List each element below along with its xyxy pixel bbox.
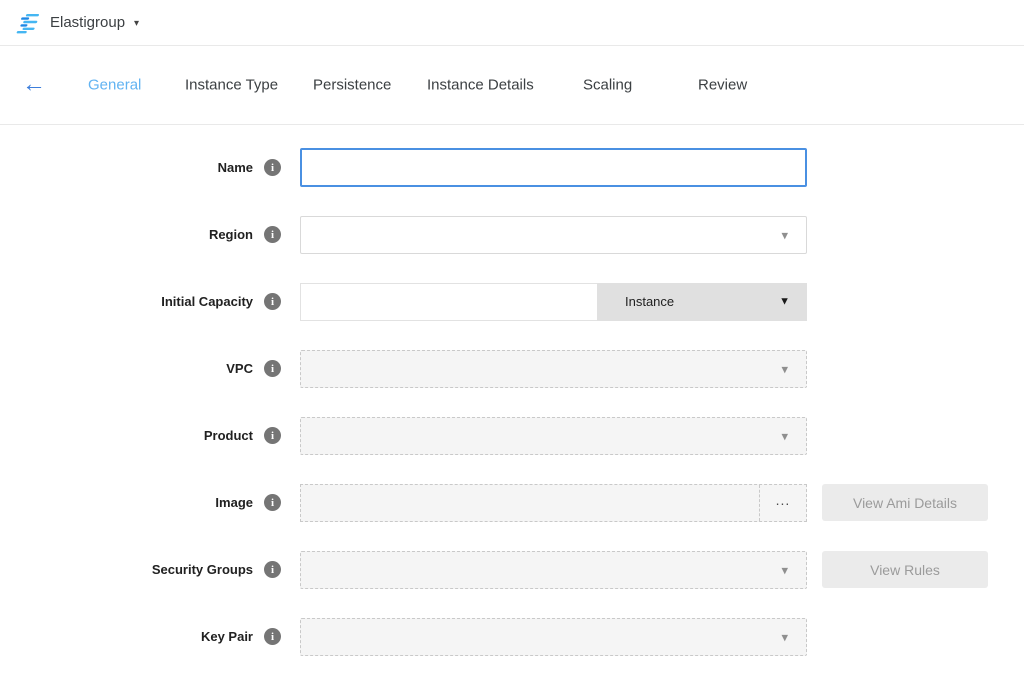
security-groups-row: Security Groups i ▾ View Rules xyxy=(0,550,1024,589)
info-icon[interactable]: i xyxy=(264,159,281,176)
chevron-down-icon: ▾ xyxy=(781,228,788,241)
name-label: Name xyxy=(218,160,253,175)
key-pair-label: Key Pair xyxy=(201,629,253,644)
tab-instance-details[interactable]: Instance Details xyxy=(427,77,534,94)
elastigroup-logo-icon xyxy=(14,11,40,35)
info-icon[interactable]: i xyxy=(264,494,281,511)
region-row: Region i ▾ xyxy=(0,215,1024,254)
view-rules-button: View Rules xyxy=(822,551,988,588)
vpc-label: VPC xyxy=(226,361,253,376)
tab-general[interactable]: General xyxy=(88,77,141,94)
tab-review[interactable]: Review xyxy=(698,77,747,94)
app-header: Elastigroup ▾ xyxy=(0,0,1024,46)
app-title: Elastigroup xyxy=(50,14,125,31)
key-pair-row: Key Pair i ▾ xyxy=(0,617,1024,656)
name-input[interactable] xyxy=(300,148,807,187)
image-row: Image i ... View Ami Details xyxy=(0,483,1024,522)
product-switcher[interactable]: Elastigroup ▾ xyxy=(14,11,139,35)
chevron-down-icon: ▾ xyxy=(781,630,788,643)
vpc-row: VPC i ▾ xyxy=(0,349,1024,388)
wizard-tabbar: ← General Instance Type Persistence Inst… xyxy=(0,46,1024,125)
capacity-unit-value: Instance xyxy=(625,294,674,309)
info-icon[interactable]: i xyxy=(264,561,281,578)
image-browse-button[interactable]: ... xyxy=(759,485,806,521)
capacity-unit-select[interactable]: Instance ▼ xyxy=(597,283,807,321)
name-row: Name i xyxy=(0,148,1024,187)
initial-capacity-input[interactable] xyxy=(300,283,597,321)
info-icon[interactable]: i xyxy=(264,427,281,444)
product-label: Product xyxy=(204,428,253,443)
region-select[interactable]: ▾ xyxy=(300,216,807,254)
chevron-down-icon: ▼ xyxy=(779,296,790,307)
key-pair-select: ▾ xyxy=(300,618,807,656)
info-icon[interactable]: i xyxy=(264,628,281,645)
chevron-down-icon: ▾ xyxy=(781,429,788,442)
chevron-down-icon: ▾ xyxy=(781,362,788,375)
security-groups-label: Security Groups xyxy=(152,562,253,577)
product-row: Product i ▾ xyxy=(0,416,1024,455)
info-icon[interactable]: i xyxy=(264,360,281,377)
tab-instance-type[interactable]: Instance Type xyxy=(185,77,278,94)
vpc-select: ▾ xyxy=(300,350,807,388)
product-select: ▾ xyxy=(300,417,807,455)
tab-persistence[interactable]: Persistence xyxy=(313,77,391,94)
region-label: Region xyxy=(209,227,253,242)
image-input: ... xyxy=(300,484,807,522)
security-groups-select: ▾ xyxy=(300,551,807,589)
back-button[interactable]: ← xyxy=(22,73,46,97)
initial-capacity-row: Initial Capacity i Instance ▼ xyxy=(0,282,1024,321)
initial-capacity-label: Initial Capacity xyxy=(161,294,253,309)
info-icon[interactable]: i xyxy=(264,293,281,310)
view-ami-details-button: View Ami Details xyxy=(822,484,988,521)
chevron-down-icon: ▾ xyxy=(781,563,788,576)
chevron-down-icon: ▾ xyxy=(134,18,139,29)
info-icon[interactable]: i xyxy=(264,226,281,243)
tab-scaling[interactable]: Scaling xyxy=(583,77,632,94)
general-settings-form: Name i Region i ▾ Initial Capacity i Ins… xyxy=(0,125,1024,656)
image-label: Image xyxy=(215,495,253,510)
image-value xyxy=(301,485,759,521)
